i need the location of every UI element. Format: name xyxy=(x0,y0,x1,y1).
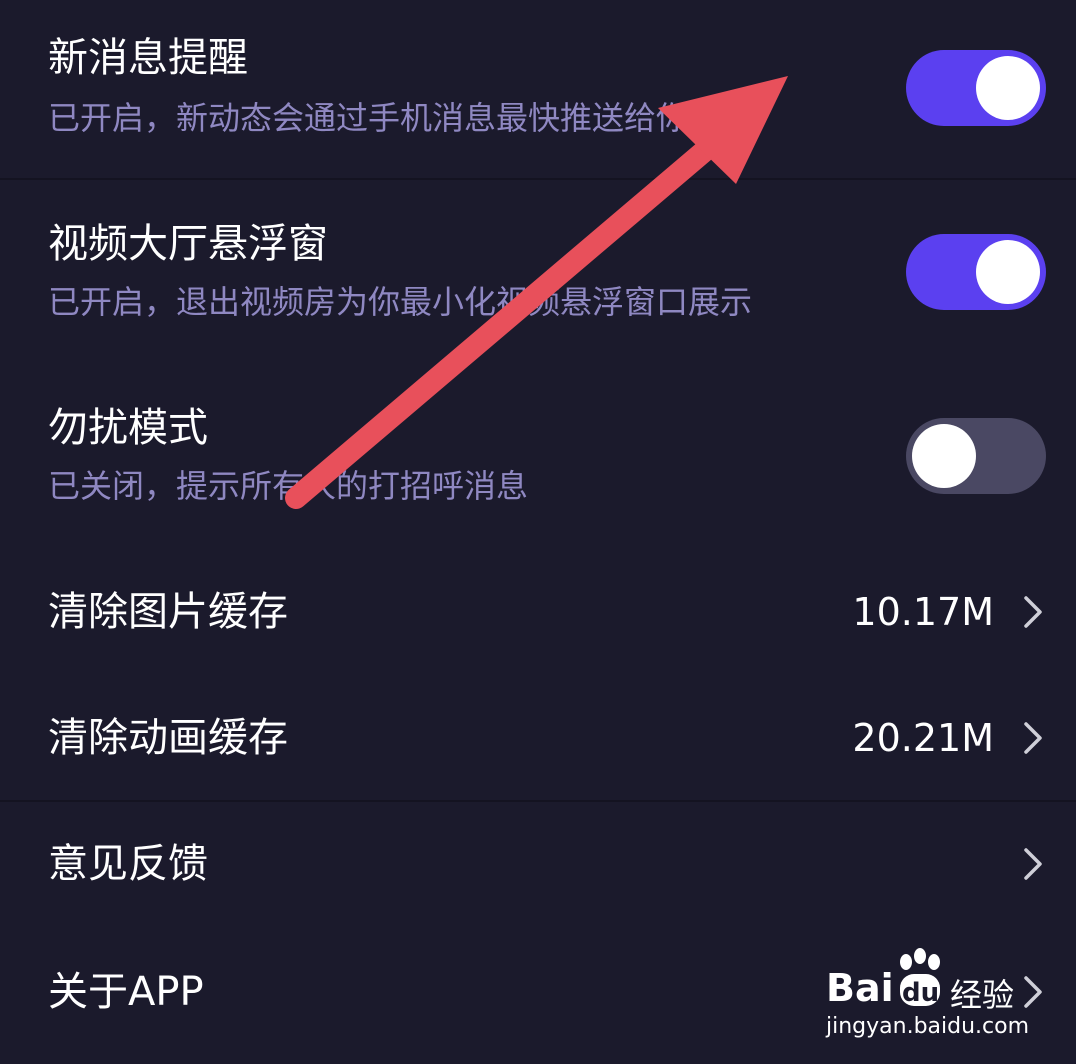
chevron-right-icon xyxy=(1024,596,1042,628)
watermark-brand: Bai xyxy=(826,966,894,1010)
setting-title: 清除动画缓存 xyxy=(48,715,288,761)
setting-subtitle: 已开启，退出视频房为你最小化视频悬浮窗口展示 xyxy=(48,283,753,321)
setting-row-video-float[interactable]: 视频大厅悬浮窗 已开启，退出视频房为你最小化视频悬浮窗口展示 xyxy=(0,180,1076,360)
dnd-toggle[interactable] xyxy=(906,418,1046,494)
setting-title: 新消息提醒 xyxy=(48,35,248,81)
watermark-brand-du: du xyxy=(902,978,940,1008)
chevron-right-icon xyxy=(1024,722,1042,754)
toggle-knob xyxy=(912,424,976,488)
setting-row-new-message[interactable]: 新消息提醒 已开启，新动态会通过手机消息最快推送给你 xyxy=(0,0,1076,178)
video-float-toggle[interactable] xyxy=(906,234,1046,310)
setting-title: 清除图片缓存 xyxy=(48,589,288,635)
cache-size-value: 20.21M xyxy=(852,716,994,760)
setting-title: 视频大厅悬浮窗 xyxy=(48,221,328,267)
baidu-jingyan-watermark: Bai du 经验 jingyan.baidu.com xyxy=(826,948,1030,1048)
settings-page: 新消息提醒 已开启，新动态会通过手机消息最快推送给你 视频大厅悬浮窗 已开启，退… xyxy=(0,0,1076,1064)
new-message-toggle[interactable] xyxy=(906,50,1046,126)
chevron-right-icon xyxy=(1024,848,1042,880)
toggle-knob xyxy=(976,240,1040,304)
setting-row-clear-anim-cache[interactable]: 清除动画缓存 20.21M xyxy=(0,674,1076,800)
setting-title: 勿扰模式 xyxy=(48,405,208,451)
watermark-brand-cn: 经验 xyxy=(950,976,1015,1014)
setting-subtitle: 已关闭，提示所有人的打招呼消息 xyxy=(48,467,529,505)
setting-subtitle: 已开启，新动态会通过手机消息最快推送给你 xyxy=(48,99,689,137)
setting-title: 关于APP xyxy=(48,969,204,1015)
setting-row-feedback[interactable]: 意见反馈 xyxy=(0,802,1076,928)
cache-size-value: 10.17M xyxy=(852,590,994,634)
setting-row-dnd[interactable]: 勿扰模式 已关闭，提示所有人的打招呼消息 xyxy=(0,370,1076,540)
toggle-knob xyxy=(976,56,1040,120)
watermark-url: jingyan.baidu.com xyxy=(826,1014,1030,1039)
setting-row-clear-image-cache[interactable]: 清除图片缓存 10.17M xyxy=(0,548,1076,674)
setting-title: 意见反馈 xyxy=(48,841,208,887)
